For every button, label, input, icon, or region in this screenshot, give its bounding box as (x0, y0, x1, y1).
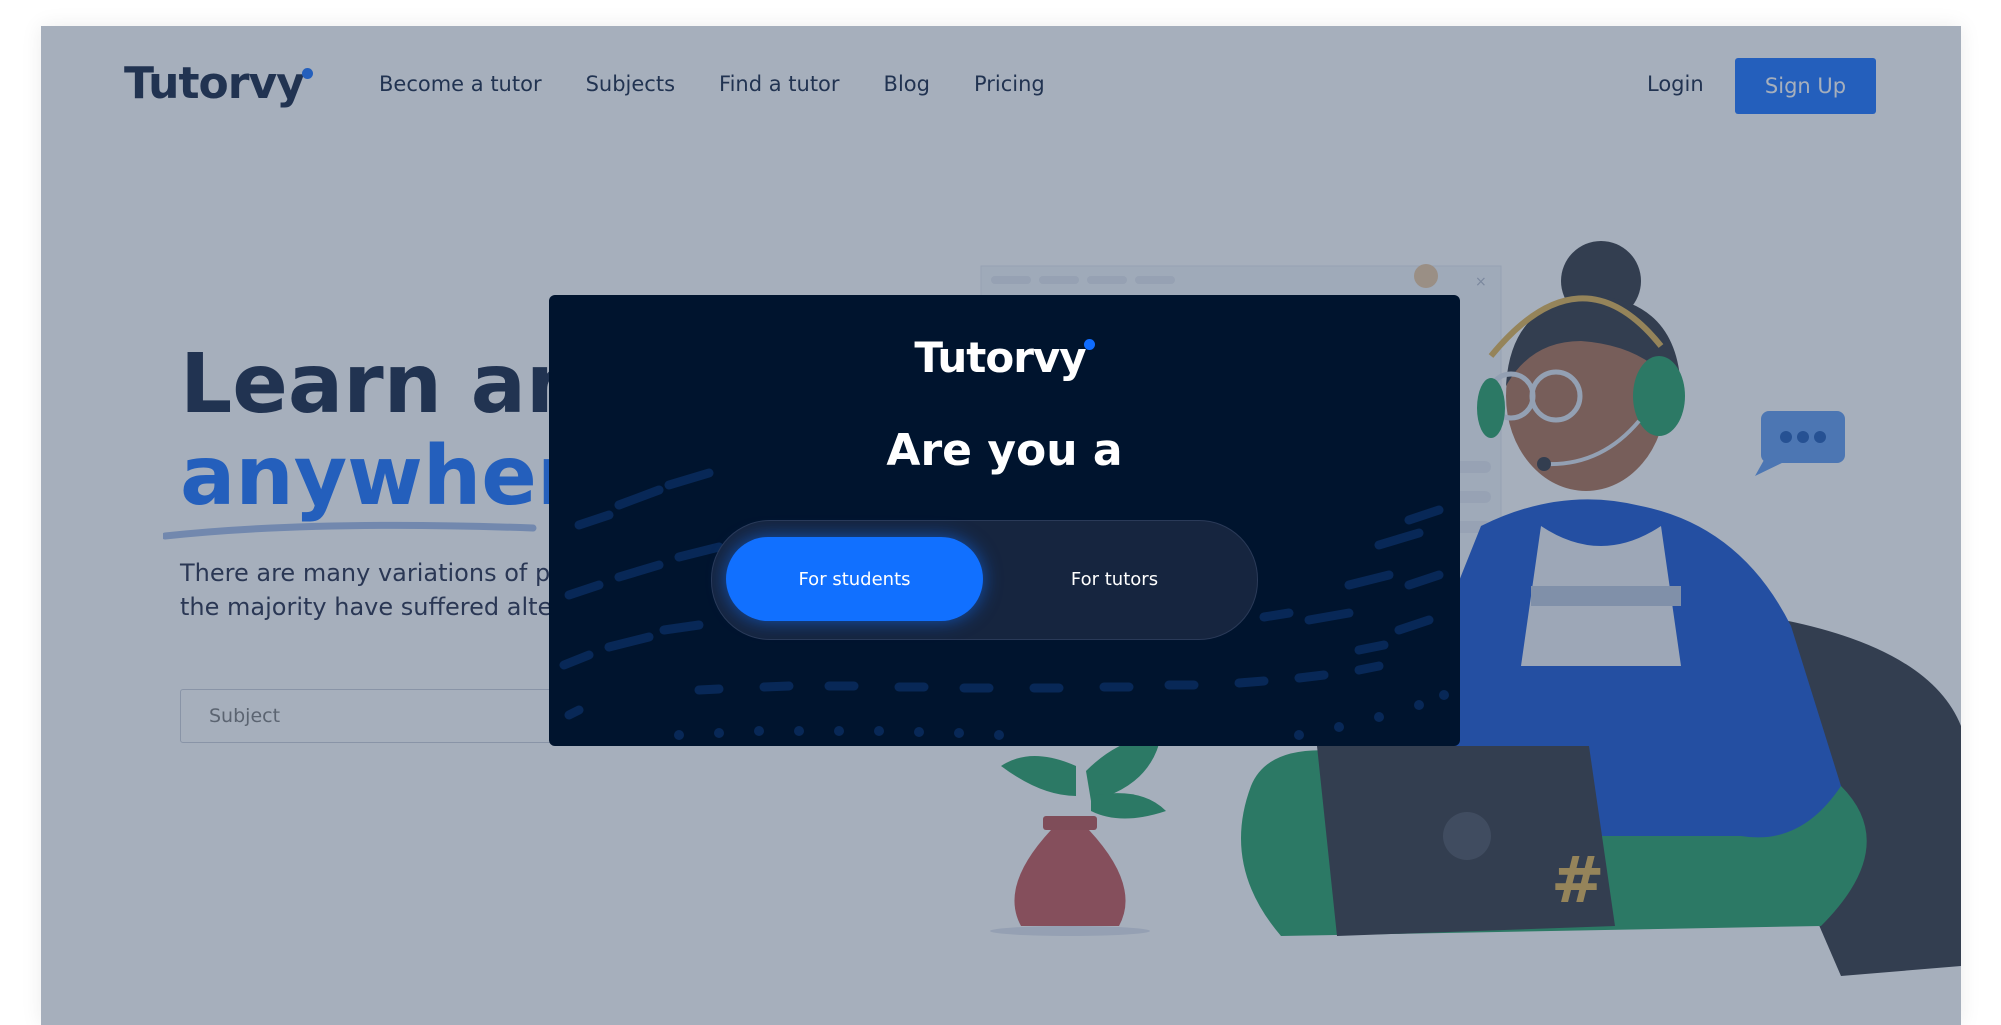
page-frame: Tutorvy Become a tutor Subjects Find a t… (41, 26, 1961, 1025)
role-toggle: For students For tutors (711, 520, 1258, 640)
modal-logo-dot-icon (1083, 339, 1095, 350)
modal-logo-text: Tutorvy (914, 333, 1086, 382)
role-selection-modal: Tutorvy Are you a For students For tutor… (549, 295, 1460, 746)
for-students-button[interactable]: For students (726, 537, 983, 621)
for-tutors-button[interactable]: For tutors (986, 537, 1243, 621)
modal-title: Are you a (886, 425, 1123, 476)
modal-logo: Tutorvy (549, 333, 1460, 382)
